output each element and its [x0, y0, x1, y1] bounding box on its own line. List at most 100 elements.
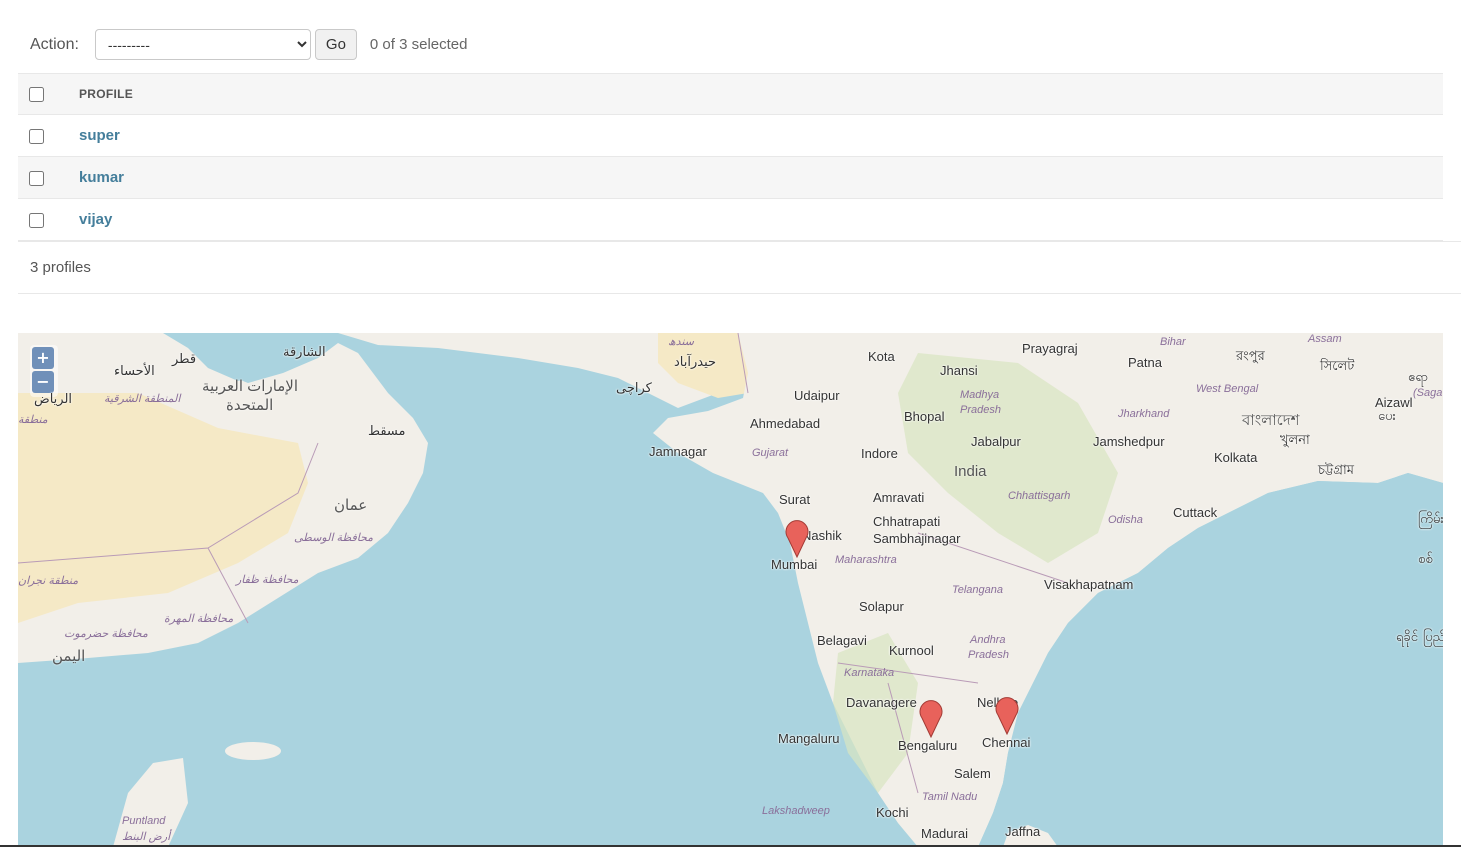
city-label: Chennai: [982, 735, 1031, 750]
city-label: Ahmedabad: [750, 416, 821, 431]
row-checkbox-cell: [18, 114, 79, 157]
city-label: الأحساء: [114, 363, 155, 378]
city-label: Jhansi: [940, 363, 978, 378]
city-label: Jabalpur: [971, 434, 1021, 449]
region-label: محافظة الوسطى: [294, 532, 374, 544]
region-label: محافظة حضرموت: [64, 628, 148, 640]
city-label: Davanagere: [846, 695, 917, 710]
table-row: vijay: [18, 198, 1443, 241]
row-checkbox[interactable]: [29, 212, 44, 228]
map-marker-chennai[interactable]: [994, 693, 1020, 735]
city-label: সিলেট: [1320, 358, 1355, 373]
zoom-controls: + −: [30, 345, 58, 397]
city-label: খুলনা: [1280, 432, 1310, 447]
region-label: Maharashtra: [835, 554, 897, 566]
profile-cell: vijay: [79, 198, 1443, 241]
city-label: Surat: [779, 492, 811, 507]
city-label: Mangaluru: [778, 731, 840, 746]
region-label: Odisha: [1108, 514, 1143, 526]
region-label: (Saga: [1413, 387, 1443, 399]
city-label: Jaffna: [1005, 824, 1041, 839]
city-label: Sambhajinagar: [873, 531, 961, 546]
city-label: রংপুর: [1236, 348, 1265, 363]
city-label: Kochi: [876, 805, 909, 820]
row-checkbox[interactable]: [29, 170, 44, 186]
city-label: ဧရာ: [1408, 369, 1429, 384]
region-label: Bihar: [1160, 336, 1186, 348]
region-label: Assam: [1308, 333, 1342, 345]
map-marker-mumbai[interactable]: [784, 516, 810, 558]
city-label: Visakhapatnam: [1044, 577, 1134, 592]
city-label: Bengaluru: [898, 738, 958, 753]
city-label: Chhatrapati: [873, 514, 941, 529]
country-label-india: India: [954, 463, 987, 480]
zoom-out-button[interactable]: −: [32, 371, 54, 393]
go-button[interactable]: Go: [314, 29, 357, 60]
results-table: PROFILE super kumar vijay: [18, 73, 1443, 241]
table-header-row: PROFILE: [18, 73, 1443, 115]
region-label: Pradesh: [968, 649, 1009, 661]
city-label: ရခိုင်: [1396, 629, 1418, 644]
map-marker-bengaluru[interactable]: [918, 696, 944, 738]
action-label: Action:: [30, 35, 79, 53]
select-all-cell: [18, 73, 79, 115]
region-label: المنطقة الشرقية: [104, 393, 181, 405]
city-label: الرياض: [34, 391, 73, 406]
city-label: کراچی: [616, 380, 652, 395]
country-label: اليمن: [52, 648, 86, 665]
action-select[interactable]: ---------: [94, 29, 311, 60]
profile-link[interactable]: kumar: [79, 169, 124, 186]
region-label: Chhattisgarh: [1008, 490, 1071, 502]
region-label: Gujarat: [752, 447, 789, 459]
profile-link[interactable]: super: [79, 127, 120, 144]
region-label: Lakshadweep: [762, 805, 830, 817]
region-label: أرض البنط: [122, 831, 171, 843]
city-label: Jamnagar: [649, 444, 707, 459]
country-label: المتحدة: [226, 397, 274, 414]
profile-cell: kumar: [79, 156, 1443, 199]
zoom-in-button[interactable]: +: [32, 347, 54, 369]
city-label: Udaipur: [794, 388, 840, 403]
city-label: Cuttack: [1173, 505, 1218, 520]
region-label: West Bengal: [1196, 383, 1259, 395]
region-label: Madhya: [960, 389, 1000, 401]
city-label: စစ်: [1418, 551, 1433, 566]
city-label: Kolkata: [1214, 450, 1258, 465]
city-label: Solapur: [859, 599, 904, 614]
region-label: Jharkhand: [1118, 408, 1170, 420]
city-label: Indore: [861, 446, 898, 461]
country-label: বাংলাদেশ: [1242, 412, 1300, 429]
row-checkbox-cell: [18, 156, 79, 199]
region-label: Telangana: [952, 584, 1003, 596]
city-label: Bhopal: [904, 409, 945, 424]
city-label: مسقط: [368, 423, 406, 438]
city-label: ပေး: [1378, 408, 1396, 423]
row-checkbox[interactable]: [29, 128, 44, 144]
country-label: عمان: [334, 497, 368, 514]
region-label: منطقة نجران: [18, 575, 79, 587]
profile-cell: super: [79, 114, 1443, 157]
region-label: Karnataka: [844, 667, 895, 679]
region-label: Pradesh: [960, 404, 1001, 416]
city-label: Amravati: [873, 490, 925, 505]
region-label: محافظة المهرة: [164, 613, 234, 625]
city-label: حیدرآباد: [674, 354, 717, 369]
region-label: Andhra: [970, 634, 1006, 646]
actions-bar: Action: --------- Go 0 of 3 selected: [18, 28, 1443, 61]
paginator: 3 profiles: [18, 241, 1461, 294]
city-label: ကြိမ်း: [1418, 511, 1443, 526]
region-label: Tamil Nadu: [922, 791, 978, 803]
city-label: Kurnool: [889, 643, 934, 658]
city-label: ပြည်: [1423, 629, 1443, 644]
city-label: الشارقة: [283, 344, 326, 359]
city-label: Patna: [1128, 355, 1162, 370]
city-label: Jamshedpur: [1093, 434, 1165, 449]
map-widget[interactable]: + − India Kota Prayagraj Patna Jhansi Ud…: [18, 333, 1443, 847]
city-label: Kota: [868, 349, 895, 364]
column-header-profile[interactable]: PROFILE: [79, 73, 1443, 115]
select-all-checkbox[interactable]: [29, 86, 44, 102]
profile-link[interactable]: vijay: [79, 211, 112, 228]
region-label: محافظة ظفار: [236, 574, 299, 586]
socotra-island: [225, 742, 281, 760]
city-label: Madurai: [921, 826, 968, 841]
